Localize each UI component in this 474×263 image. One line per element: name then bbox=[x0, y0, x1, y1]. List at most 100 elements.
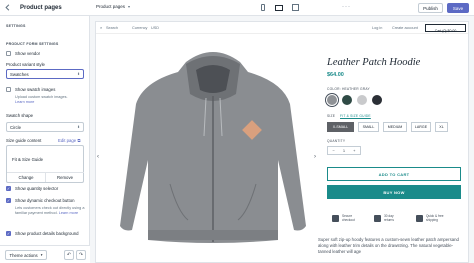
size-guide-label: Size guide content bbox=[6, 138, 42, 143]
currency-label: Currency bbox=[132, 26, 148, 30]
product-price: $64.00 bbox=[327, 72, 344, 78]
currency-select[interactable]: USD bbox=[151, 26, 159, 30]
dynamic-learn-more-link[interactable]: Learn more bbox=[59, 211, 78, 215]
show-quantity-row[interactable]: ✓ Show quantity selector bbox=[6, 186, 58, 192]
size-label: SIZE bbox=[327, 114, 336, 118]
back-arrow-icon[interactable] bbox=[0, 0, 14, 16]
feature-shipping: Quick & free shipping bbox=[416, 214, 446, 223]
search-icon[interactable]: ⌕ bbox=[100, 26, 102, 30]
size-xl[interactable]: XL bbox=[435, 122, 448, 132]
return-box-icon bbox=[374, 215, 381, 223]
swatch-shape-value: Circle bbox=[10, 124, 21, 130]
page-selector[interactable]: Product pages ▾ bbox=[96, 4, 130, 9]
theme-actions-button[interactable]: Theme actions ▾ bbox=[5, 250, 47, 260]
login-link[interactable]: Log in bbox=[372, 26, 382, 30]
change-button[interactable]: Change bbox=[7, 172, 46, 182]
shipping-truck-icon bbox=[416, 215, 423, 223]
undo-icon[interactable]: ↶ bbox=[64, 250, 74, 260]
carousel-prev-icon[interactable]: ‹ bbox=[97, 154, 99, 160]
cart-label: Cart (0) $0.00 bbox=[434, 29, 457, 33]
swatch-shape-select[interactable]: Circle ⬍ bbox=[6, 122, 84, 132]
minus-icon[interactable]: − bbox=[333, 148, 335, 153]
variant-style-value: Swatches bbox=[10, 71, 29, 77]
create-account-link[interactable]: Create account bbox=[392, 26, 418, 30]
feature-secure-checkout: Secure checkout bbox=[332, 214, 362, 223]
swatch-help: Upload custom swatch images. bbox=[15, 95, 68, 99]
swatch-3[interactable] bbox=[357, 95, 367, 105]
show-dynamic-checkbox[interactable]: ✓ bbox=[6, 198, 11, 204]
plus-icon[interactable]: + bbox=[353, 148, 355, 153]
store-preview: ⌕ Search Currency USD Log in Create acco… bbox=[95, 21, 469, 263]
lock-icon bbox=[332, 215, 339, 223]
feature-text: Quick & free shipping bbox=[426, 214, 444, 222]
add-to-cart-button[interactable]: ADD TO CART bbox=[327, 167, 461, 181]
product-image bbox=[120, 52, 306, 243]
size-large[interactable]: LARGE bbox=[411, 122, 431, 132]
publish-button[interactable]: Publish bbox=[418, 3, 443, 13]
top-bar: Product pages Product pages ▾ ··· Publish… bbox=[0, 0, 474, 16]
theme-actions-label: Theme actions bbox=[9, 252, 38, 258]
show-swatch-images-row[interactable]: Show swatch images bbox=[6, 87, 55, 93]
more-actions-icon[interactable]: ··· bbox=[342, 4, 351, 10]
settings-heading: SETTINGS bbox=[6, 24, 26, 28]
feature-returns: 30 day returns bbox=[374, 214, 404, 223]
chevron-down-icon: ▾ bbox=[40, 253, 43, 257]
show-dynamic-label: Show dynamic checkout button bbox=[15, 198, 75, 203]
carousel-next-icon[interactable]: › bbox=[314, 154, 316, 160]
feature-text: 30 day returns bbox=[384, 214, 394, 222]
swatch-4[interactable] bbox=[372, 95, 382, 105]
size-x-small[interactable]: X-SMALL bbox=[327, 122, 354, 132]
device-toggle bbox=[259, 3, 299, 12]
size-guide-value: Fit & Size Guide bbox=[12, 157, 44, 162]
show-vendor-label: Show vendor bbox=[15, 51, 41, 56]
editor-title: Product pages bbox=[20, 4, 62, 11]
product-form-heading: PRODUCT FORM SETTINGS bbox=[6, 42, 59, 46]
show-swatch-images-label: Show swatch images bbox=[15, 87, 56, 92]
swatch-heather-gray[interactable] bbox=[327, 95, 337, 105]
page-selector-label: Product pages bbox=[96, 4, 126, 9]
chevron-down-icon: ▾ bbox=[128, 4, 131, 9]
size-guide-link[interactable]: FIT & SIZE GUIDE bbox=[340, 114, 371, 118]
desktop-icon[interactable] bbox=[275, 3, 283, 12]
quantity-stepper[interactable]: − 1 + bbox=[327, 146, 361, 155]
show-quantity-checkbox[interactable]: ✓ bbox=[6, 186, 11, 192]
show-swatch-images-checkbox[interactable] bbox=[6, 87, 11, 93]
buy-now-button[interactable]: BUY NOW bbox=[327, 185, 461, 199]
remove-button[interactable]: Remove bbox=[46, 172, 84, 182]
show-vendor-checkbox[interactable] bbox=[6, 51, 11, 57]
size-guide-card: Fit & Size Guide Change Remove bbox=[6, 145, 84, 183]
show-vendor-row[interactable]: Show vendor bbox=[6, 51, 40, 57]
size-medium[interactable]: MEDIUM bbox=[383, 122, 407, 132]
show-details-bg-label: Show product details background bbox=[15, 231, 79, 236]
cart-button[interactable]: Cart (0) $0.00 bbox=[425, 24, 466, 33]
edit-page-link[interactable]: Edit page ⧉ bbox=[58, 138, 80, 143]
show-dynamic-row[interactable]: ✓ Show dynamic checkout button bbox=[6, 198, 74, 204]
edit-page-label: Edit page bbox=[58, 138, 77, 143]
size-small[interactable]: SMALL bbox=[358, 122, 379, 132]
store-header: ⌕ Search Currency USD Log in Create acco… bbox=[96, 22, 468, 34]
redo-icon[interactable]: ↷ bbox=[76, 250, 86, 260]
quantity-label: QUANTITY bbox=[327, 139, 346, 143]
swatch-2[interactable] bbox=[342, 95, 352, 105]
external-link-icon: ⧉ bbox=[77, 138, 81, 143]
save-button[interactable]: Save bbox=[447, 3, 469, 13]
show-details-bg-checkbox[interactable]: ✓ bbox=[6, 231, 11, 236]
swatch-shape-label: Swatch shape bbox=[6, 113, 33, 118]
mobile-icon[interactable] bbox=[259, 3, 267, 12]
variant-style-select[interactable]: Swatches ⬍ bbox=[6, 69, 84, 79]
dynamic-help-text: Lets customers check out directly using … bbox=[15, 206, 85, 216]
variant-style-label: Product variant style bbox=[6, 62, 45, 67]
settings-sidebar: SETTINGS PRODUCT FORM SETTINGS Show vend… bbox=[0, 16, 90, 263]
color-label: COLOR: HEATHER GRAY bbox=[327, 87, 370, 91]
show-quantity-label: Show quantity selector bbox=[15, 186, 59, 191]
product-title: Leather Patch Hoodie bbox=[327, 57, 421, 68]
fullscreen-icon[interactable] bbox=[291, 3, 299, 12]
select-arrows-icon: ⬍ bbox=[77, 72, 80, 76]
product-description: Super soft zip-up hoody features a custo… bbox=[318, 237, 459, 255]
swatch-learn-more-link[interactable]: Learn more bbox=[15, 100, 34, 104]
show-details-bg-row[interactable]: ✓ Show product details background bbox=[6, 231, 83, 237]
swatch-help-text: Upload custom swatch images. Learn more bbox=[15, 95, 85, 105]
feature-text: Secure checkout bbox=[342, 214, 355, 222]
search-link[interactable]: Search bbox=[106, 26, 118, 30]
select-arrows-icon: ⬍ bbox=[77, 125, 80, 129]
